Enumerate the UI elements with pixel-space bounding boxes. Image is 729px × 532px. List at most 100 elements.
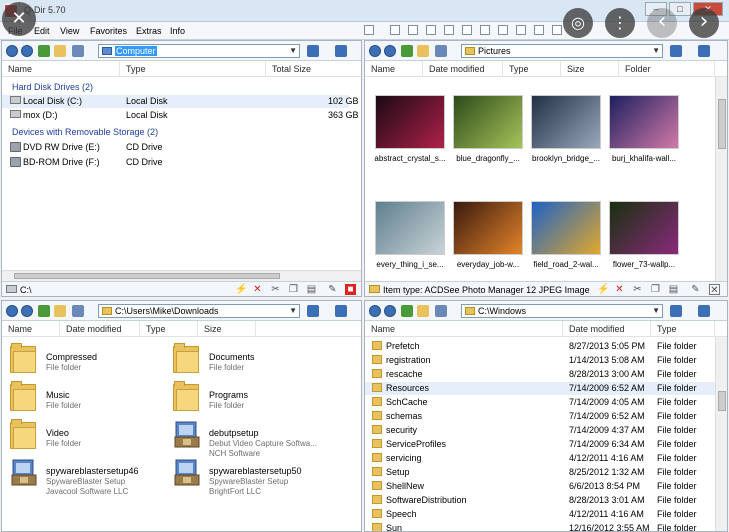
folder-icon[interactable] xyxy=(10,343,36,373)
thumbnail-caption[interactable]: field_road_2-wal... xyxy=(527,260,605,269)
vertical-scrollbar[interactable] xyxy=(715,77,727,281)
close-pane-icon[interactable]: ✕ xyxy=(709,284,720,296)
forward-icon[interactable] xyxy=(384,305,396,317)
address-input[interactable]: C:\Users\Mike\Downloads ▼ xyxy=(98,304,300,318)
col-total-size[interactable]: Total Size xyxy=(266,61,361,77)
table-row[interactable]: Sun 12/16/2012 3:55 AM File folder xyxy=(365,522,715,531)
table-row[interactable]: registration 1/14/2013 5:08 AM File folder xyxy=(365,354,715,367)
folder-icon[interactable] xyxy=(173,381,199,411)
table-row[interactable]: ServiceProfiles 7/14/2009 6:34 AM File fol… xyxy=(365,438,715,451)
folder-icon[interactable] xyxy=(10,419,36,449)
next-icon[interactable]: › xyxy=(689,8,719,38)
menu-view[interactable]: View xyxy=(60,26,79,36)
tile-name[interactable]: spywareblastersetup46 xyxy=(46,466,139,476)
horizontal-scrollbar[interactable] xyxy=(2,270,361,281)
network-icon[interactable] xyxy=(335,305,347,317)
thumbnail-caption[interactable]: abstract_crystal_s... xyxy=(371,154,449,163)
list-item[interactable]: DVD RW Drive (E:) CD Drive xyxy=(2,141,349,154)
network-icon[interactable] xyxy=(698,305,710,317)
pin-icon[interactable]: ⚡ xyxy=(597,284,609,295)
table-row[interactable]: ShellNew 6/6/2013 8:54 PM File folder xyxy=(365,480,715,493)
thumbnail-image[interactable] xyxy=(609,201,679,255)
thumbnail-image[interactable] xyxy=(531,201,601,255)
thumbnail-caption[interactable]: flower_73-wallp... xyxy=(605,260,683,269)
close-overlay-icon[interactable]: ✕ xyxy=(2,2,36,36)
tile-name[interactable]: Documents xyxy=(209,352,255,362)
installer-icon[interactable] xyxy=(173,457,201,487)
layout-3-icon[interactable] xyxy=(408,25,418,35)
tile-name[interactable]: spywareblastersetup50 xyxy=(209,466,302,476)
new-folder-icon[interactable] xyxy=(54,45,66,57)
back-icon[interactable] xyxy=(369,305,381,317)
layout-8-icon[interactable] xyxy=(498,25,508,35)
view-mode-icon[interactable] xyxy=(435,45,447,57)
computer-shortcut-icon[interactable] xyxy=(670,305,682,317)
col-type[interactable]: Type xyxy=(120,61,266,77)
up-arrow-icon[interactable] xyxy=(401,305,413,317)
tile-name[interactable]: debutpsetup xyxy=(209,428,259,438)
address-dropdown-icon[interactable]: ▼ xyxy=(289,305,297,317)
thumbnail-caption[interactable]: blue_dragonfly_... xyxy=(449,154,527,163)
list-item[interactable]: mox (D:) Local Disk 363 GB xyxy=(2,109,359,122)
network-icon[interactable] xyxy=(698,45,710,57)
table-row[interactable]: Setup 8/25/2012 1:32 AM File folder xyxy=(365,466,715,479)
lens-icon[interactable]: ◎ xyxy=(563,8,593,38)
rename-icon[interactable]: ✎ xyxy=(690,284,701,295)
layout-11-icon[interactable] xyxy=(552,25,562,35)
new-folder-icon[interactable] xyxy=(417,305,429,317)
tile-name[interactable]: Programs xyxy=(209,390,248,400)
installer-icon[interactable] xyxy=(173,419,201,449)
rename-icon[interactable]: ✎ xyxy=(327,284,338,295)
close-pane-icon[interactable]: ■ xyxy=(345,284,356,295)
computer-shortcut-icon[interactable] xyxy=(307,45,319,57)
table-row[interactable]: Resources 7/14/2009 6:52 AM File folder xyxy=(365,382,715,395)
layout-4-icon[interactable] xyxy=(426,25,436,35)
paste-icon[interactable]: ▤ xyxy=(306,284,317,295)
address-dropdown-icon[interactable]: ▼ xyxy=(289,45,297,57)
col-name[interactable]: Name xyxy=(365,61,423,77)
more-options-icon[interactable]: ⋮ xyxy=(605,8,635,38)
col-type[interactable]: Type xyxy=(503,61,561,77)
col-size[interactable]: Size xyxy=(561,61,619,77)
layout-10-icon[interactable] xyxy=(534,25,544,35)
folder-icon[interactable] xyxy=(10,381,36,411)
thumbnail-image[interactable] xyxy=(375,95,445,149)
col-folder[interactable]: Folder xyxy=(619,61,715,77)
pin-icon[interactable]: ⚡ xyxy=(235,284,247,295)
back-icon[interactable] xyxy=(6,45,18,57)
tile-name[interactable]: Compressed xyxy=(46,352,97,362)
table-row[interactable]: rescache 8/28/2013 3:00 AM File folder xyxy=(365,368,715,381)
table-row[interactable]: SchCache 7/14/2009 4:05 AM File folder xyxy=(365,396,715,409)
col-date-modified[interactable]: Date modified xyxy=(563,321,651,337)
vertical-scrollbar[interactable] xyxy=(715,337,727,531)
forward-icon[interactable] xyxy=(384,45,396,57)
thumbnail-image[interactable] xyxy=(453,201,523,255)
address-input[interactable]: C:\Windows ▼ xyxy=(461,304,663,318)
view-mode-icon[interactable] xyxy=(435,305,447,317)
network-icon[interactable] xyxy=(335,45,347,57)
previous-icon[interactable]: ‹ xyxy=(647,8,677,38)
thumbnail-image[interactable] xyxy=(531,95,601,149)
group-hard-disk-drives[interactable]: Hard Disk Drives (2) xyxy=(12,82,93,92)
thumbnail-image[interactable] xyxy=(609,95,679,149)
scrollbar-thumb[interactable] xyxy=(718,99,726,149)
copy-icon[interactable]: ❐ xyxy=(288,284,299,295)
col-type[interactable]: Type xyxy=(140,321,198,337)
back-icon[interactable] xyxy=(369,45,381,57)
thumbnail-caption[interactable]: burj_khalifa-wall... xyxy=(605,154,683,163)
thumbnail-caption[interactable]: every_thing_i_se... xyxy=(371,260,449,269)
folder-icon[interactable] xyxy=(173,343,199,373)
address-dropdown-icon[interactable]: ▼ xyxy=(652,45,660,57)
tile-name[interactable]: Video xyxy=(46,428,69,438)
col-date-modified[interactable]: Date modified xyxy=(423,61,503,77)
scrollbar-thumb[interactable] xyxy=(718,391,726,411)
delete-icon[interactable]: ✕ xyxy=(252,284,263,295)
table-row[interactable]: security 7/14/2009 4:37 AM File folder xyxy=(365,424,715,437)
menu-extras[interactable]: Extras xyxy=(136,26,162,36)
cut-icon[interactable]: ✂ xyxy=(632,284,643,295)
delete-icon[interactable]: ✕ xyxy=(614,284,625,295)
scrollbar-thumb[interactable] xyxy=(14,273,280,279)
forward-icon[interactable] xyxy=(21,45,33,57)
list-item[interactable]: Local Disk (C:) Local Disk 102 GB xyxy=(2,95,359,108)
layout-9-icon[interactable] xyxy=(516,25,526,35)
